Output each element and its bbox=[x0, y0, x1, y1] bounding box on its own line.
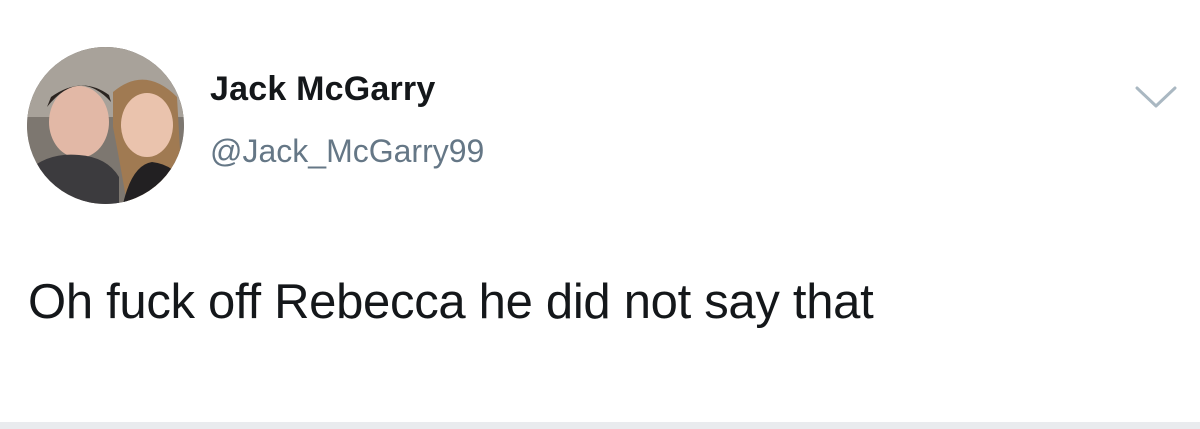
tweet-card: Jack McGarry @Jack_McGarry99 Oh fuck off… bbox=[0, 0, 1200, 429]
author-display-name[interactable]: Jack McGarry bbox=[210, 70, 435, 109]
avatar-photo bbox=[27, 47, 184, 204]
author-handle[interactable]: @Jack_McGarry99 bbox=[210, 133, 484, 170]
divider bbox=[0, 422, 1200, 429]
chevron-down-icon[interactable] bbox=[1133, 82, 1179, 112]
avatar[interactable] bbox=[27, 47, 184, 204]
tweet-text: Oh fuck off Rebecca he did not say that bbox=[28, 275, 874, 329]
